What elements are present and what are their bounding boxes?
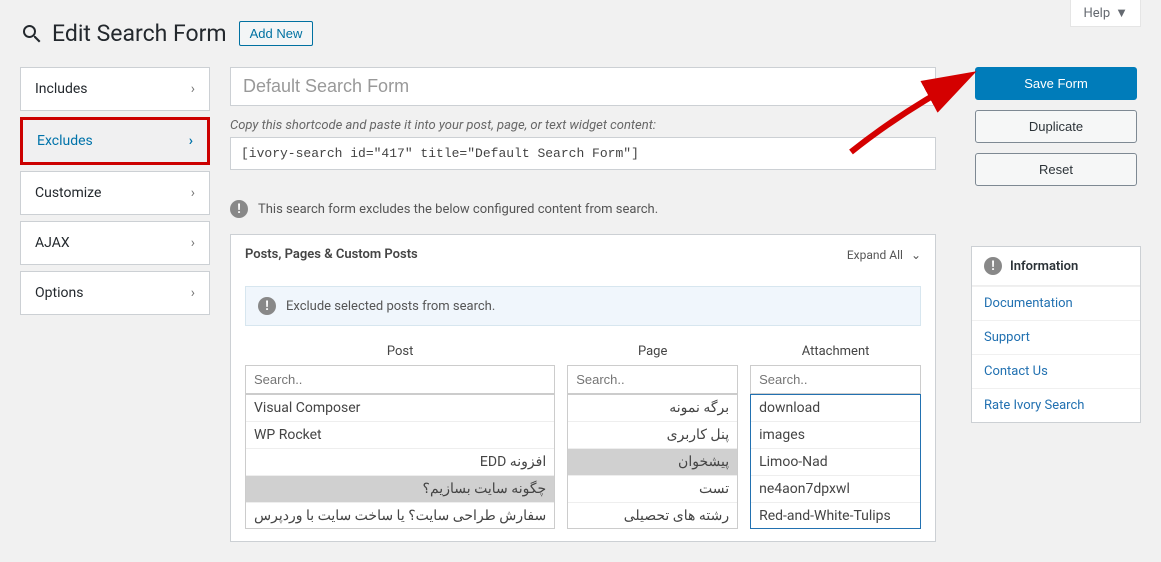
tab-label: Excludes bbox=[37, 133, 93, 149]
column-title: Post bbox=[245, 338, 555, 365]
info-icon: ! bbox=[230, 200, 248, 218]
save-form-button[interactable]: Save Form bbox=[975, 67, 1137, 100]
tab-ajax[interactable]: AJAX › bbox=[20, 221, 210, 265]
sub-notice: ! Exclude selected posts from search. bbox=[245, 286, 921, 326]
list-item[interactable]: برگه نمونه bbox=[568, 395, 737, 422]
column-title: Page bbox=[567, 338, 738, 365]
tab-excludes[interactable]: Excludes › bbox=[20, 117, 210, 165]
page-search-input[interactable] bbox=[567, 365, 738, 394]
post-column: Post Visual ComposerWP Rocketافزونه EDDچ… bbox=[245, 338, 555, 529]
notice-text: This search form excludes the below conf… bbox=[258, 202, 658, 217]
search-icon bbox=[20, 22, 44, 46]
list-item[interactable]: Visual Composer bbox=[246, 395, 554, 422]
panel-title: Posts, Pages & Custom Posts bbox=[245, 247, 418, 262]
help-tab[interactable]: Help ▼ bbox=[1070, 0, 1141, 27]
info-icon: ! bbox=[258, 297, 276, 315]
list-item[interactable]: سفارش طراحی سایت؟ یا ساخت سایت با وردپرس bbox=[246, 503, 554, 529]
information-box: ! Information Documentation Support Cont… bbox=[971, 246, 1141, 423]
chevron-right-icon: › bbox=[191, 235, 195, 251]
info-icon: ! bbox=[984, 257, 1002, 275]
reset-button[interactable]: Reset bbox=[975, 153, 1137, 186]
list-item[interactable]: WP Rocket bbox=[246, 422, 554, 449]
add-new-button[interactable]: Add New bbox=[239, 21, 314, 46]
list-item[interactable]: پیشخوان bbox=[568, 449, 737, 476]
list-item[interactable]: چگونه سایت بسازیم؟ bbox=[246, 476, 554, 503]
help-label: Help bbox=[1083, 6, 1110, 21]
doc-link[interactable]: Documentation bbox=[972, 286, 1140, 320]
settings-tabs-sidebar: Includes › Excludes › Customize › AJAX ›… bbox=[20, 67, 210, 542]
attachment-search-input[interactable] bbox=[750, 365, 921, 394]
page-header: Edit Search Form Add New bbox=[20, 20, 1141, 47]
main-content: Copy this shortcode and paste it into yo… bbox=[230, 67, 951, 542]
post-list[interactable]: Visual ComposerWP Rocketافزونه EDDچگونه … bbox=[245, 394, 555, 529]
chevron-down-icon: ⌄ bbox=[911, 248, 921, 262]
expand-all-toggle[interactable]: Expand All ⌄ bbox=[847, 248, 921, 262]
list-item[interactable]: download bbox=[751, 395, 920, 422]
attachment-column: Attachment downloadimagesLimoo-Nadne4aon… bbox=[750, 338, 921, 529]
attachment-list[interactable]: downloadimagesLimoo-Nadne4aon7dpxwlRed-a… bbox=[750, 394, 921, 529]
rate-link[interactable]: Rate Ivory Search bbox=[972, 388, 1140, 422]
tab-options[interactable]: Options › bbox=[20, 271, 210, 315]
duplicate-button[interactable]: Duplicate bbox=[975, 110, 1137, 143]
tab-label: Customize bbox=[35, 185, 101, 201]
posts-panel: Posts, Pages & Custom Posts Expand All ⌄… bbox=[230, 234, 936, 542]
sub-notice-text: Exclude selected posts from search. bbox=[286, 299, 495, 314]
page-column: Page برگه نمونهپنل کاربریپیشخوانتسترشته … bbox=[567, 338, 738, 529]
column-title: Attachment bbox=[750, 338, 921, 365]
contact-link[interactable]: Contact Us bbox=[972, 354, 1140, 388]
tab-label: AJAX bbox=[35, 235, 70, 251]
info-box-title: ! Information bbox=[972, 247, 1140, 286]
list-item[interactable]: Red-and-White-Tulips bbox=[751, 503, 920, 529]
chevron-right-icon: › bbox=[189, 133, 193, 149]
list-item[interactable]: ne4aon7dpxwl bbox=[751, 476, 920, 503]
tab-label: Includes bbox=[35, 81, 88, 97]
list-item[interactable]: رشته های تحصیلی bbox=[568, 503, 737, 529]
exclude-notice: ! This search form excludes the below co… bbox=[230, 190, 936, 234]
shortcode-display[interactable]: [ivory-search id="417" title="Default Se… bbox=[230, 137, 936, 170]
list-item[interactable]: تست bbox=[568, 476, 737, 503]
page-title: Edit Search Form bbox=[20, 20, 227, 47]
list-item[interactable]: افزونه EDD bbox=[246, 449, 554, 476]
list-item[interactable]: images bbox=[751, 422, 920, 449]
tab-label: Options bbox=[35, 285, 83, 301]
tab-includes[interactable]: Includes › bbox=[20, 67, 210, 111]
shortcode-hint: Copy this shortcode and paste it into yo… bbox=[230, 118, 936, 133]
chevron-right-icon: › bbox=[191, 185, 195, 201]
tab-customize[interactable]: Customize › bbox=[20, 171, 210, 215]
chevron-right-icon: › bbox=[191, 285, 195, 301]
caret-down-icon: ▼ bbox=[1115, 5, 1128, 21]
actions-sidebar: Save Form Duplicate Reset ! Information … bbox=[971, 67, 1141, 542]
chevron-right-icon: › bbox=[191, 81, 195, 97]
post-search-input[interactable] bbox=[245, 365, 555, 394]
panel-header[interactable]: Posts, Pages & Custom Posts Expand All ⌄ bbox=[231, 235, 935, 274]
support-link[interactable]: Support bbox=[972, 320, 1140, 354]
list-item[interactable]: پنل کاربری bbox=[568, 422, 737, 449]
form-title-input[interactable] bbox=[230, 67, 936, 106]
page-list[interactable]: برگه نمونهپنل کاربریپیشخوانتسترشته های ت… bbox=[567, 394, 738, 529]
list-item[interactable]: Limoo-Nad bbox=[751, 449, 920, 476]
